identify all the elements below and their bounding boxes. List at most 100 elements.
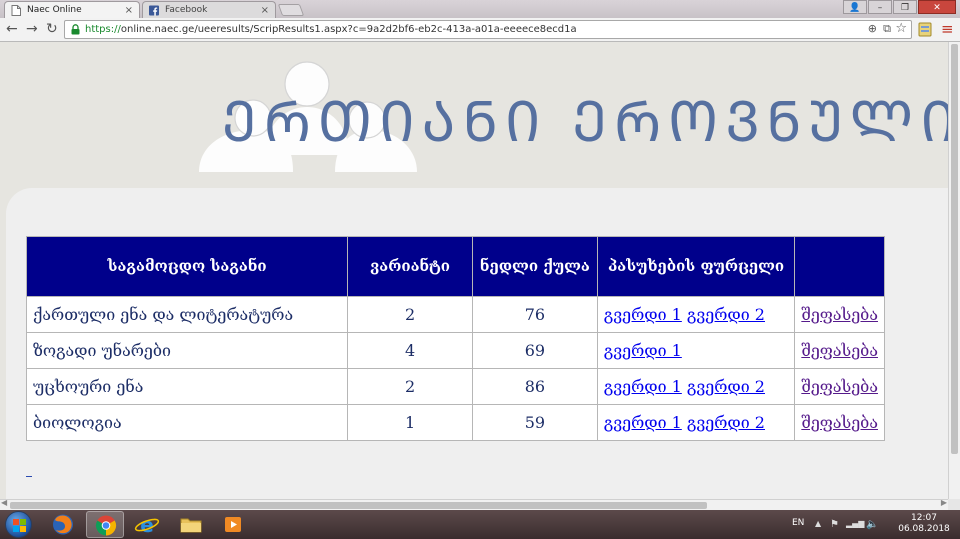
banner-title: ᲔᲠᲗᲘᲐᲜᲘ ᲔᲠᲝᲕᲜᲣᲚᲘ ᲒᲐᲛᲝᲪᲓ <box>222 90 948 155</box>
close-window-button[interactable]: ✕ <box>918 0 956 14</box>
url-path: online.naec.ge/ueeresults/ScripResults1.… <box>120 24 577 35</box>
internet-explorer-taskbar-button[interactable]: e <box>128 511 166 538</box>
firefox-taskbar-button[interactable] <box>44 511 82 538</box>
page-viewport: ᲔᲠᲗᲘᲐᲜᲘ ᲔᲠᲝᲕᲜᲣᲚᲘ ᲒᲐᲛᲝᲪᲓ საგამოცდო საგანი… <box>0 42 948 499</box>
horizontal-scrollbar[interactable]: ◀ ▶ <box>0 498 948 510</box>
tab-naec-online[interactable]: Naec Online × <box>4 1 140 18</box>
folder-icon <box>180 518 202 533</box>
window-controls: 👤 – ❐ ✕ <box>842 0 956 16</box>
page-2-link[interactable]: გვერდი 2 <box>687 413 765 432</box>
internet-explorer-icon: e <box>134 513 160 537</box>
page-2-link[interactable]: გვერდი 2 <box>687 305 765 324</box>
header-empty <box>794 236 885 297</box>
variant-cell: 1 <box>347 404 473 441</box>
header-subject: საგამოცდო საგანი <box>25 236 349 297</box>
header-variant: ვარიანტი <box>347 236 473 297</box>
subject-cell: ზოგადი უნარები <box>25 332 349 369</box>
forward-button[interactable]: → <box>26 21 38 37</box>
table-row: ბიოლოგია 1 59 გვერდი 1 გვერდი 2 შეფასება <box>25 404 885 441</box>
answer-sheet-cell: გვერდი 1 გვერდი 2 <box>596 404 796 441</box>
vertical-scrollbar[interactable] <box>948 42 960 499</box>
language-indicator[interactable]: EN <box>792 518 804 528</box>
volume-icon[interactable]: 🔈 <box>866 519 878 530</box>
tab-facebook[interactable]: Facebook × <box>142 1 276 18</box>
table-row: ქართული ენა და ლიტერატურა 2 76 გვერდი 1 … <box>25 296 885 333</box>
stub-link[interactable] <box>26 476 32 477</box>
url-text: https://online.naec.ge/ueeresults/ScripR… <box>85 21 577 38</box>
appeal-link[interactable]: შეფასება <box>801 305 878 324</box>
appeal-link[interactable]: შეფასება <box>801 413 878 432</box>
chrome-icon <box>95 515 117 536</box>
back-button[interactable]: ← <box>6 21 18 37</box>
media-player-icon <box>225 517 241 532</box>
extension-icon[interactable] <box>918 22 932 37</box>
media-player-taskbar-button[interactable] <box>214 511 252 538</box>
action-center-flag-icon[interactable]: ⚑ <box>830 519 839 530</box>
page-1-link[interactable]: გვერდი 1 <box>604 305 682 324</box>
facebook-icon <box>149 5 159 16</box>
answer-sheet-cell: გვერდი 1 გვერდი 2 <box>596 296 796 333</box>
restore-button[interactable]: ❐ <box>893 0 917 14</box>
show-hidden-icons-icon[interactable]: ▲ <box>815 519 821 528</box>
close-tab-icon[interactable]: × <box>261 2 269 19</box>
exam-results-table: საგამოცდო საგანი ვარიანტი ნედლი ქულა პას… <box>25 236 885 441</box>
page-1-link[interactable]: გვერდი 1 <box>604 341 682 360</box>
user-icon[interactable]: 👤 <box>843 0 867 14</box>
page-1-link[interactable]: გვერდი 1 <box>604 377 682 396</box>
variant-cell: 4 <box>347 332 473 369</box>
horizontal-scroll-thumb[interactable] <box>10 502 707 509</box>
browser-tab-strip: Naec Online × Facebook × 👤 – ❐ ✕ <box>0 0 960 18</box>
menu-icon[interactable]: ≡ <box>941 21 954 37</box>
new-tab-button[interactable] <box>277 4 305 16</box>
start-button[interactable] <box>5 511 32 538</box>
score-cell: 69 <box>472 332 598 369</box>
appeal-cell: შეფასება <box>794 404 885 441</box>
browser-toolbar: ← → ↻ https://online.naec.ge/ueeresults/… <box>0 18 960 42</box>
appeal-link[interactable]: შეფასება <box>801 341 878 360</box>
table-row: უცხოური ენა 2 86 გვერდი 1 გვერდი 2 შეფას… <box>25 368 885 405</box>
appeal-cell: შეფასება <box>794 368 885 405</box>
url-scheme: https:// <box>85 24 121 35</box>
tab-title: Facebook <box>165 5 208 15</box>
lock-icon <box>71 24 80 35</box>
vertical-scroll-thumb[interactable] <box>951 44 958 454</box>
variant-cell: 2 <box>347 368 473 405</box>
zoom-icon[interactable]: ⊕ <box>868 22 877 35</box>
appeal-link[interactable]: შეფასება <box>801 377 878 396</box>
page-2-link[interactable]: გვერდი 2 <box>687 377 765 396</box>
chrome-taskbar-button[interactable] <box>86 511 124 538</box>
close-tab-icon[interactable]: × <box>125 2 133 19</box>
score-cell: 59 <box>472 404 598 441</box>
windows-taskbar: e EN ▲ ⚑ ▂▄▆ 🔈 12:07 06.08.2018 <box>0 510 960 539</box>
reload-button[interactable]: ↻ <box>46 21 58 37</box>
table-header-row: საგამოცდო საგანი ვარიანტი ნედლი ქულა პას… <box>25 236 885 297</box>
scroll-right-icon[interactable]: ▶ <box>941 498 947 507</box>
file-explorer-taskbar-button[interactable] <box>172 511 210 538</box>
page-1-link[interactable]: გვერდი 1 <box>604 413 682 432</box>
subject-cell: უცხოური ენა <box>25 368 349 405</box>
clock-time: 12:07 <box>911 513 937 523</box>
table-row: ზოგადი უნარები 4 69 გვერდი 1 შეფასება <box>25 332 885 369</box>
score-cell: 86 <box>472 368 598 405</box>
page-icon <box>11 5 21 16</box>
bookmark-star-icon[interactable]: ☆ <box>895 21 907 36</box>
answer-sheet-cell: გვერდი 1 <box>596 332 796 369</box>
translate-icon[interactable]: ⧉ <box>883 22 891 36</box>
scroll-corner <box>948 499 960 510</box>
header-raw-score: ნედლი ქულა <box>472 236 598 297</box>
subject-cell: ქართული ენა და ლიტერატურა <box>25 296 349 333</box>
system-clock[interactable]: 12:07 06.08.2018 <box>894 513 954 535</box>
appeal-cell: შეფასება <box>794 332 885 369</box>
score-cell: 76 <box>472 296 598 333</box>
network-icon[interactable]: ▂▄▆ <box>846 519 864 528</box>
firefox-icon <box>53 514 73 535</box>
scroll-left-icon[interactable]: ◀ <box>1 498 7 507</box>
clock-date: 06.08.2018 <box>898 524 950 534</box>
variant-cell: 2 <box>347 296 473 333</box>
subject-cell: ბიოლოგია <box>25 404 349 441</box>
address-bar[interactable]: https://online.naec.ge/ueeresults/ScripR… <box>64 20 912 39</box>
minimize-button[interactable]: – <box>868 0 892 14</box>
header-answer-sheet: პასუხების ფურცელი <box>596 236 796 297</box>
svg-text:e: e <box>140 513 154 537</box>
tab-title: Naec Online <box>27 5 82 15</box>
